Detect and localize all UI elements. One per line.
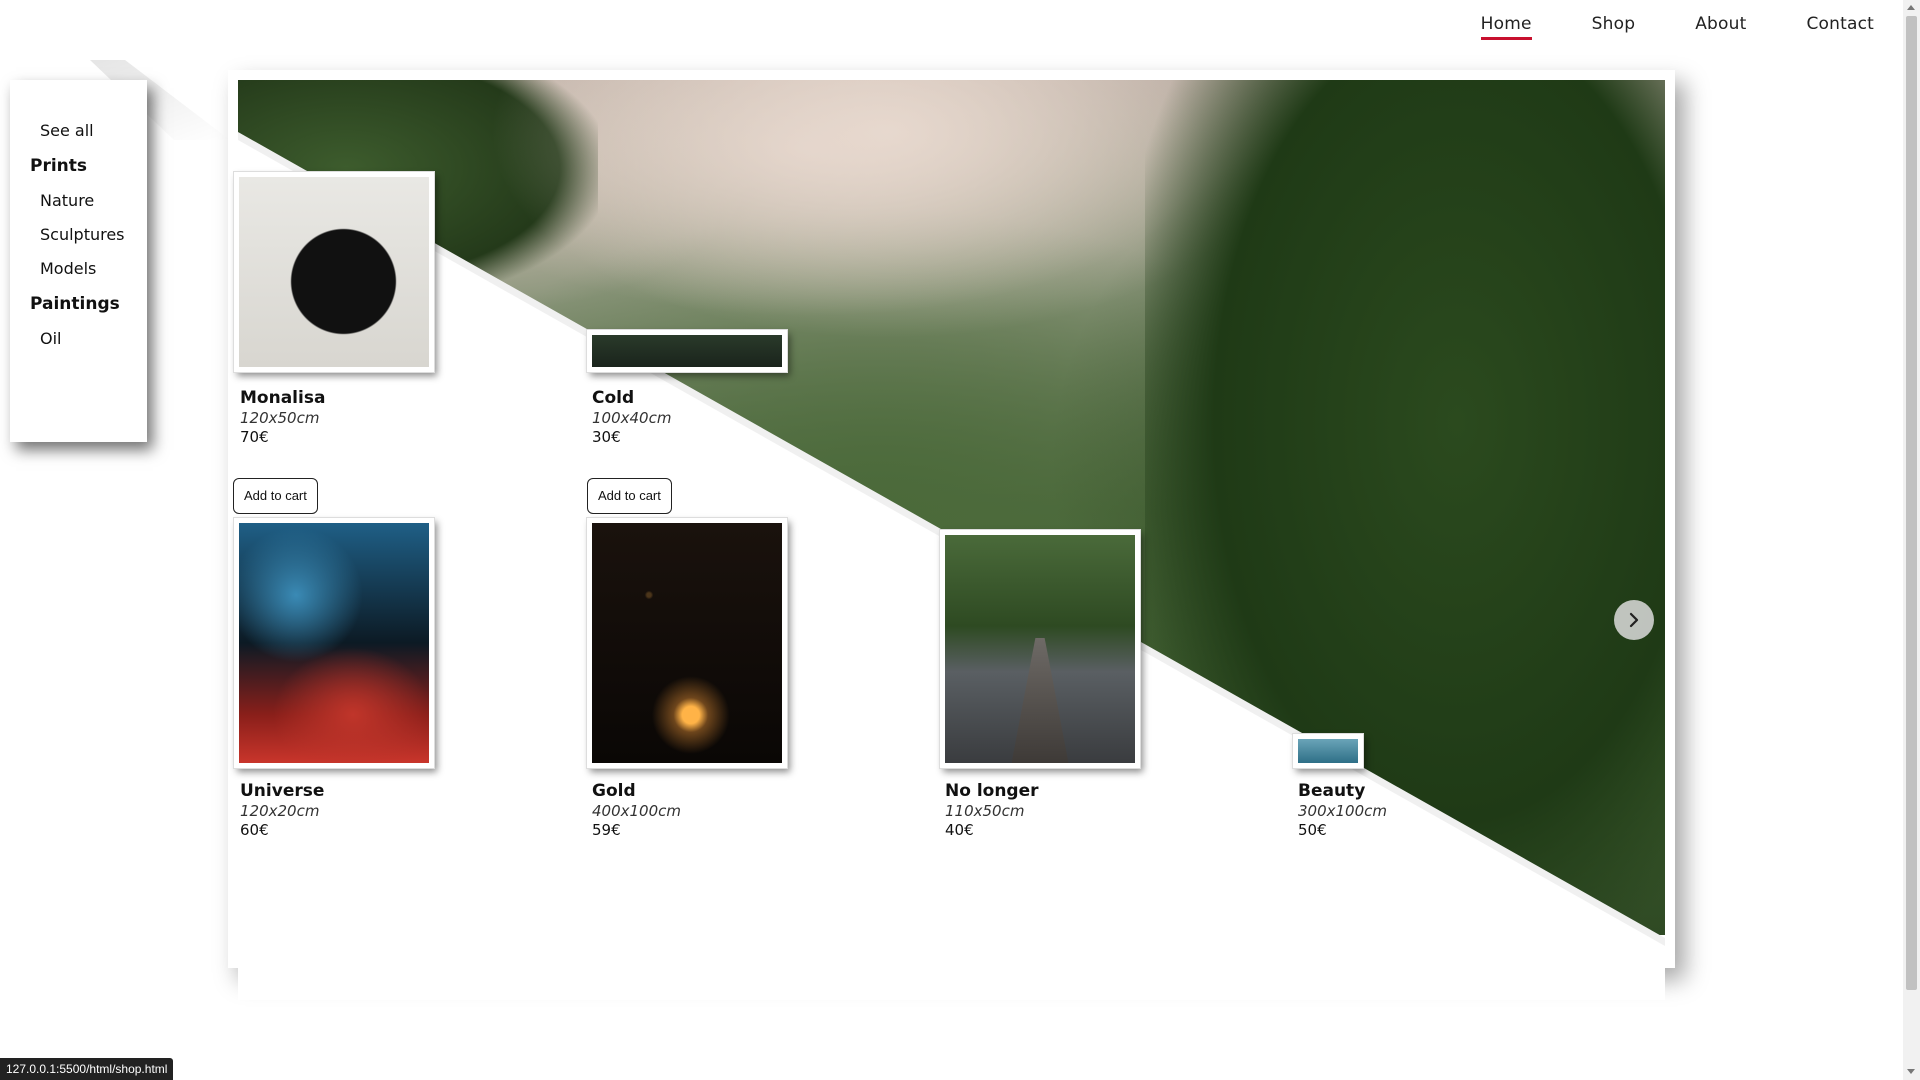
product-size: 100x40cm xyxy=(592,409,672,427)
nav-contact[interactable]: Contact xyxy=(1806,14,1874,40)
scroll-down-icon[interactable] xyxy=(1907,1069,1915,1074)
product-price: 70€ xyxy=(240,428,269,446)
add-to-cart-button[interactable]: Add to cart xyxy=(587,478,672,514)
sidebar-category-prints[interactable]: Prints xyxy=(10,148,147,184)
product-title: Monalisa xyxy=(240,388,326,408)
nav-home[interactable]: Home xyxy=(1480,14,1532,40)
product-price: 40€ xyxy=(945,821,974,839)
product-image-cold[interactable] xyxy=(586,329,788,373)
nav-about[interactable]: About xyxy=(1695,14,1746,40)
page: Monalisa 120x50cm 70€ Add to cart Cold 1… xyxy=(0,0,1920,1080)
category-sidebar: See all Prints Nature Sculptures Models … xyxy=(10,80,147,442)
product-size: 120x20cm xyxy=(240,802,320,820)
product-price: 60€ xyxy=(240,821,269,839)
product-image-beauty[interactable] xyxy=(1292,733,1364,769)
nav-shop[interactable]: Shop xyxy=(1592,14,1636,40)
product-title: Cold xyxy=(592,388,635,408)
top-navigation: Home Shop About Contact xyxy=(1480,14,1874,40)
product-size: 400x100cm xyxy=(592,802,681,820)
product-size: 120x50cm xyxy=(240,409,320,427)
carousel-next-button[interactable] xyxy=(1614,600,1654,640)
sidebar-item-oil[interactable]: Oil xyxy=(10,322,147,356)
sidebar-category-paintings[interactable]: Paintings xyxy=(10,286,147,322)
product-title: Universe xyxy=(240,781,325,801)
product-image-no-longer[interactable] xyxy=(939,529,1141,769)
product-size: 110x50cm xyxy=(945,802,1025,820)
product-image-monalisa[interactable] xyxy=(233,171,435,373)
product-title: Gold xyxy=(592,781,636,801)
status-bar-url: 127.0.0.1:5500/html/shop.html xyxy=(0,1058,174,1080)
scroll-up-icon[interactable] xyxy=(1907,5,1915,10)
sidebar-item-see-all[interactable]: See all xyxy=(10,114,147,148)
product-price: 50€ xyxy=(1298,821,1327,839)
product-price: 59€ xyxy=(592,821,621,839)
product-image-gold[interactable] xyxy=(586,517,788,769)
scrollbar-thumb[interactable] xyxy=(1906,16,1917,990)
product-image-universe[interactable] xyxy=(233,517,435,769)
product-size: 300x100cm xyxy=(1298,802,1387,820)
chevron-right-icon xyxy=(1629,612,1639,628)
sidebar-item-nature[interactable]: Nature xyxy=(10,184,147,218)
product-title: No longer xyxy=(945,781,1039,801)
add-to-cart-button[interactable]: Add to cart xyxy=(233,478,318,514)
sidebar-item-sculptures[interactable]: Sculptures xyxy=(10,218,147,252)
page-scrollbar[interactable] xyxy=(1903,0,1920,1080)
sidebar-item-models[interactable]: Models xyxy=(10,252,147,286)
product-price: 30€ xyxy=(592,428,621,446)
product-title: Beauty xyxy=(1298,781,1366,801)
